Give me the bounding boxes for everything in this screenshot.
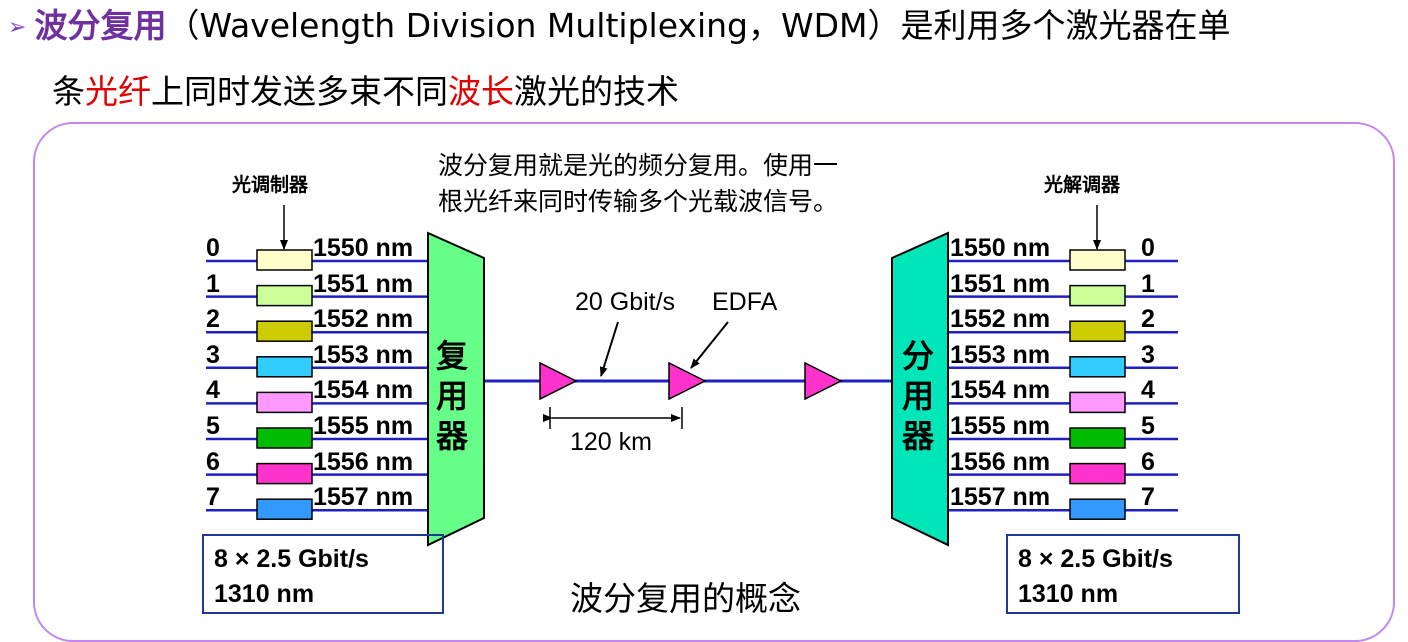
modulator-block (256, 320, 313, 342)
input-spec-box: 8 × 2.5 Gbit/s 1310 nm (202, 534, 444, 614)
input-channel-id: 1 (206, 269, 220, 298)
input-spec-rate: 8 × 2.5 Gbit/s (214, 545, 369, 573)
output-channel-wavelength: 1556 nm (950, 447, 1051, 476)
output-channel-wavelength: 1553 nm (950, 340, 1051, 369)
demodulator-block (1069, 498, 1126, 520)
input-channel-id: 4 (206, 376, 220, 405)
demodulator-block (1069, 391, 1126, 414)
input-channel-id: 6 (206, 447, 220, 476)
output-channel-wavelength: 1555 nm (950, 412, 1051, 440)
output-spec-rate: 8 × 2.5 Gbit/s (1018, 545, 1173, 573)
amplifier-triangle (804, 361, 843, 401)
rate-pointer-arrow (599, 321, 619, 377)
demodulator-block (1069, 427, 1126, 449)
input-channel-wavelength: 1554 nm (313, 376, 414, 405)
output-channel-wavelength: 1550 nm (950, 234, 1051, 262)
modulator-block (256, 356, 313, 378)
modulator-block (256, 498, 313, 520)
output-channel-id: 7 (1141, 483, 1155, 512)
demultiplexer-label: 分用器 (901, 337, 934, 455)
output-spec-box: 8 × 2.5 Gbit/s 1310 nm (1006, 534, 1240, 614)
output-channel-wavelength: 1551 nm (950, 269, 1051, 298)
output-channel-id: 4 (1141, 376, 1155, 405)
output-channel-wavelength: 1554 nm (950, 376, 1051, 405)
modulator-block (256, 284, 313, 307)
output-channel-id: 2 (1141, 305, 1155, 334)
input-channel-id: 3 (206, 340, 220, 369)
diagram-caption: 波分复用的概念 (570, 579, 801, 618)
demodulator-label: 光解调器 (1044, 174, 1121, 196)
distance-label: 120 km (570, 428, 652, 456)
output-spec-wavelength: 1310 nm (1018, 580, 1119, 608)
edfa-label: EDFA (712, 288, 778, 316)
input-channel-wavelength: 1552 nm (313, 305, 414, 334)
modulator-block (256, 427, 313, 449)
input-channel-wavelength: 1551 nm (313, 269, 414, 298)
output-channel-id: 0 (1141, 234, 1155, 262)
description-line-1: 波分复用就是光的频分复用。使用一 (438, 151, 839, 180)
input-channel-wavelength: 1550 nm (313, 234, 414, 262)
demodulator-block (1069, 284, 1126, 307)
modulator-block (256, 391, 313, 414)
input-channel-wavelength: 1555 nm (313, 412, 414, 440)
description-line-2: 根光纤来同时传输多个光载波信号。 (438, 187, 839, 216)
edfa-pointer-arrow (690, 321, 729, 369)
input-channel-id: 7 (206, 483, 220, 512)
demodulator-block (1069, 356, 1126, 378)
input-channel-wavelength: 1556 nm (313, 447, 414, 476)
output-channel-wavelength: 1552 nm (950, 305, 1051, 334)
output-channel-id: 6 (1141, 447, 1155, 476)
input-spec-wavelength: 1310 nm (214, 580, 315, 608)
demodulator-block (1069, 249, 1126, 271)
input-channel-wavelength: 1553 nm (313, 340, 414, 369)
input-channel-id: 2 (206, 305, 220, 334)
output-channel-wavelength: 1557 nm (950, 483, 1051, 512)
modulator-label: 光调制器 (232, 174, 309, 196)
rate-label: 20 Gbit/s (575, 288, 676, 316)
input-channel-id: 0 (206, 234, 220, 262)
edfa-triangle (668, 361, 707, 401)
output-channel-id: 5 (1141, 412, 1155, 440)
modulator-block (256, 462, 313, 485)
output-channel-id: 3 (1141, 340, 1155, 369)
input-channel-wavelength: 1557 nm (313, 483, 414, 512)
demodulator-block (1069, 320, 1126, 342)
modulator-block (256, 249, 313, 271)
amplifier-triangle (539, 361, 578, 401)
output-channel-id: 1 (1141, 269, 1155, 298)
demodulator-block (1069, 462, 1126, 485)
multiplexer-label: 复用器 (435, 337, 468, 455)
input-channel-id: 5 (206, 412, 220, 440)
